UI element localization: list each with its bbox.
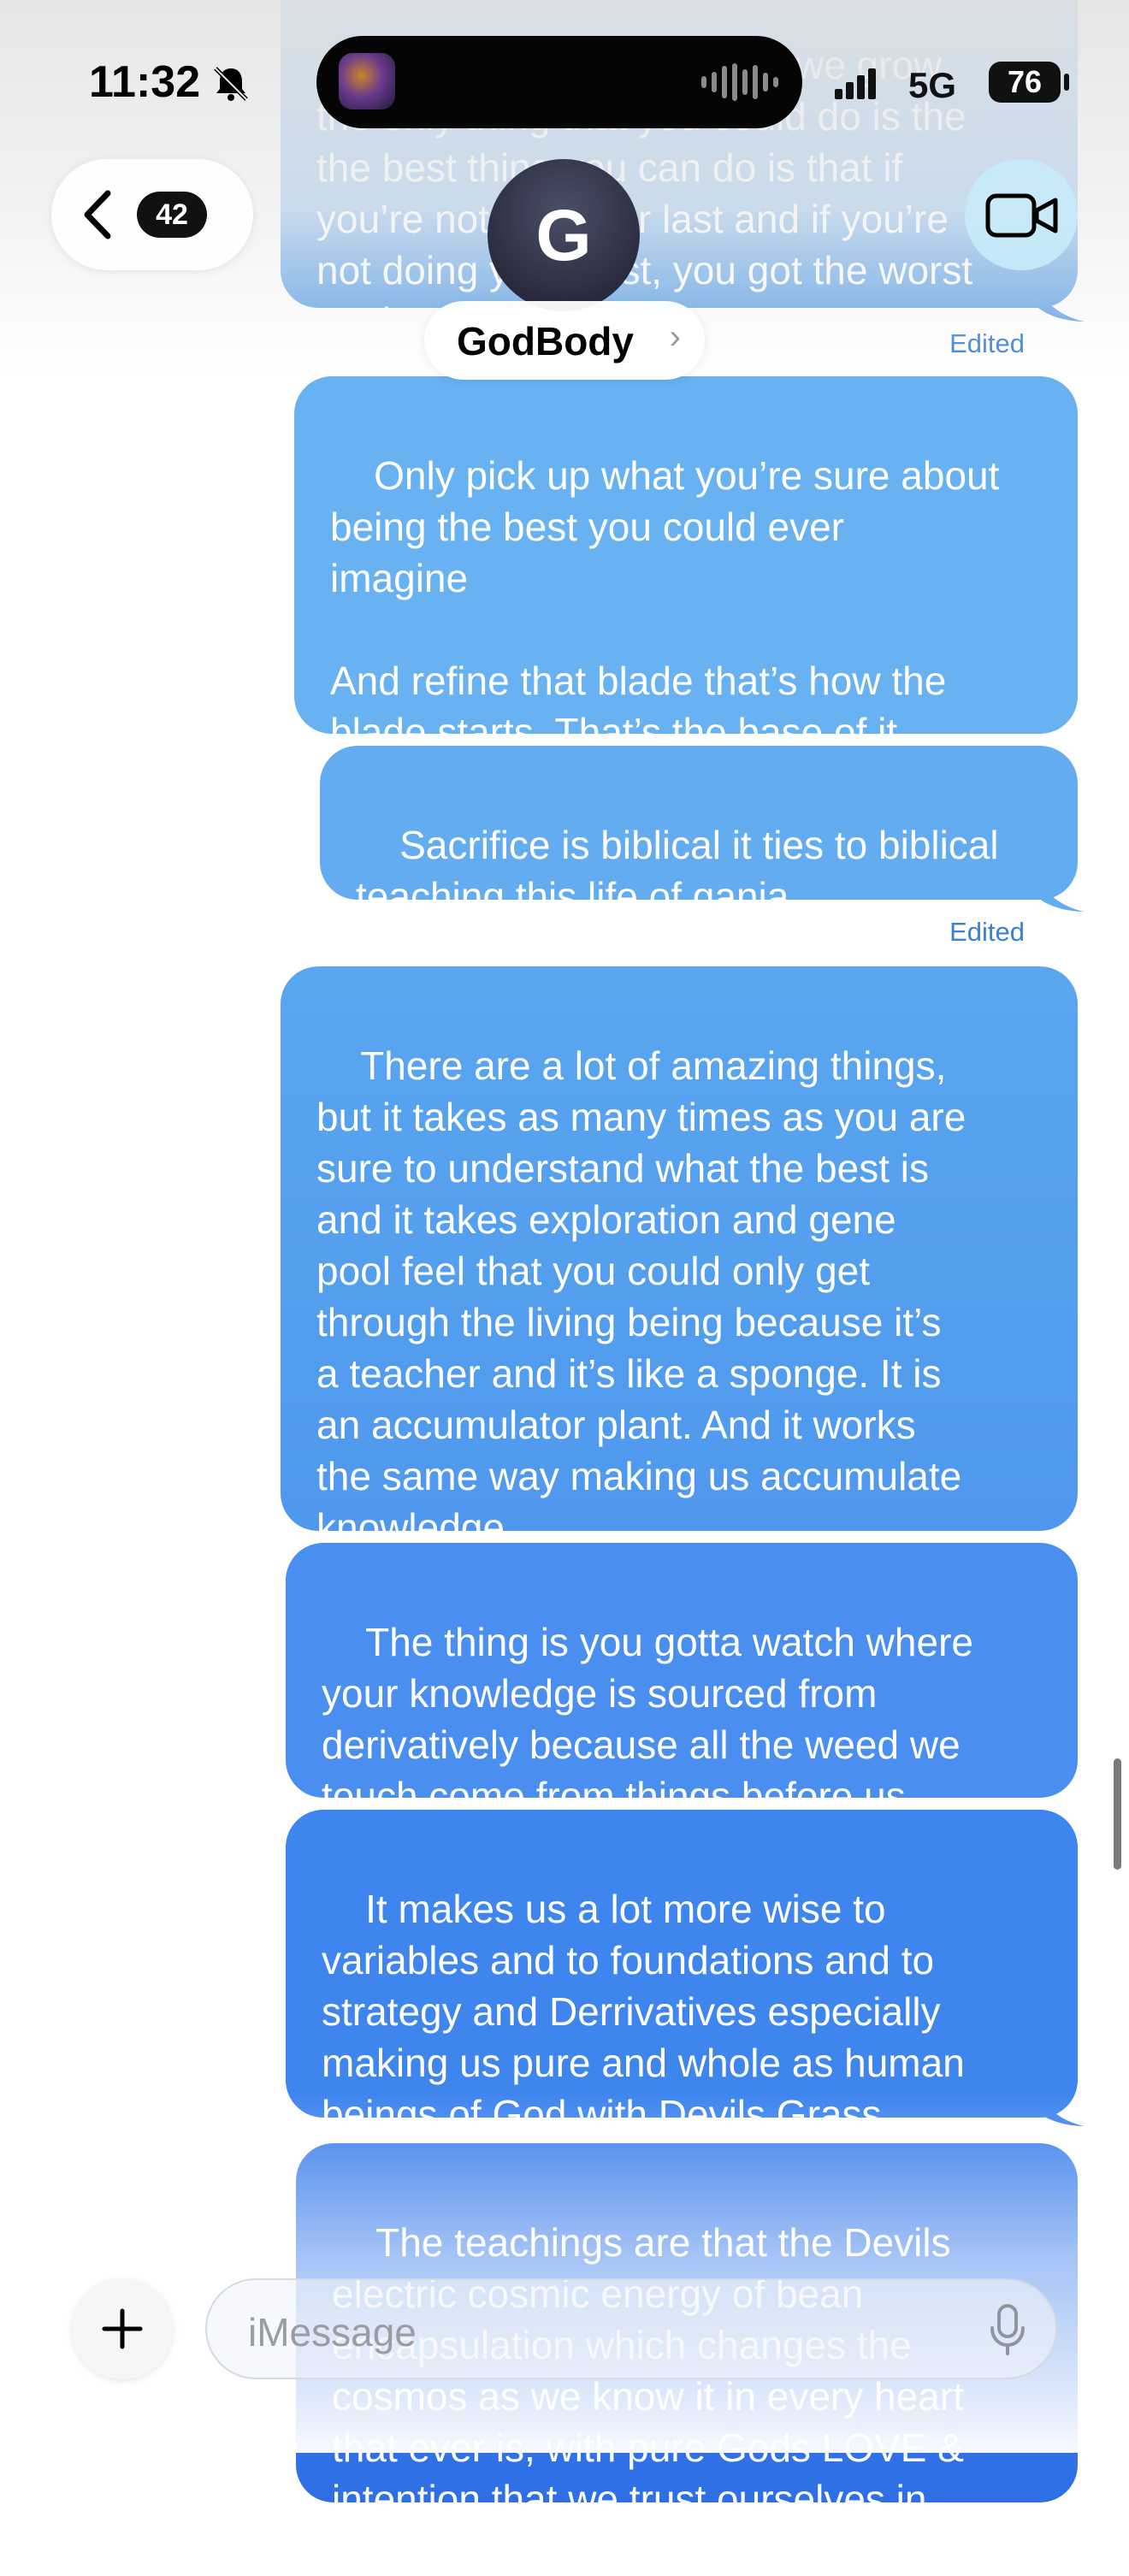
- contact-avatar[interactable]: G: [488, 159, 640, 311]
- chevron-left-icon: [84, 190, 111, 239]
- battery-icon: 76: [989, 62, 1061, 103]
- chevron-right-icon: ›: [669, 318, 681, 356]
- message-bubble-sent[interactable]: The thing is you gotta watch where your …: [286, 1543, 1078, 1818]
- message-input-placeholder: iMessage: [248, 2310, 417, 2354]
- bubble-tail: [1033, 282, 1085, 322]
- edited-label: Edited: [949, 917, 1025, 947]
- message-input[interactable]: iMessage: [205, 2278, 1057, 2379]
- audio-waveform-icon: [701, 63, 778, 101]
- facetime-video-button[interactable]: [965, 159, 1078, 270]
- back-button[interactable]: 42: [51, 159, 253, 270]
- message-text: It makes us a lot more wise to variables…: [322, 1887, 965, 2136]
- edited-label: Edited: [949, 328, 1025, 358]
- plus-icon: [102, 2308, 143, 2349]
- message-text: Sacrifice is biblical it ties to biblica…: [356, 823, 999, 919]
- battery-level: 76: [1007, 64, 1043, 99]
- battery-cap: [1064, 74, 1069, 91]
- network-label: 5G: [908, 65, 957, 105]
- now-playing-artwork: [339, 53, 395, 109]
- scroll-indicator[interactable]: [1114, 1758, 1121, 1870]
- message-bubble-sent[interactable]: Sacrifice is biblical it ties to biblica…: [320, 746, 1078, 919]
- message-bubble-sent[interactable]: Only pick up what you’re sure about bein…: [294, 376, 1078, 754]
- message-bubble-sent[interactable]: There are a lot of amazing things, but i…: [281, 966, 1078, 1550]
- apps-plus-button[interactable]: [72, 2278, 173, 2379]
- message-text: Only pick up what you’re sure about bein…: [330, 453, 1000, 754]
- message-bubble-sent[interactable]: It makes us a lot more wise to variables…: [286, 1810, 1078, 2136]
- bell-slash-icon: [214, 67, 248, 101]
- bubble-tail: [1033, 2087, 1085, 2126]
- contact-name: GodBody: [457, 319, 634, 363]
- message-text: There are a lot of amazing things, but i…: [316, 1043, 966, 1550]
- signal-icon: [835, 68, 876, 99]
- microphone-icon[interactable]: [989, 2304, 1026, 2357]
- bubble-tail: [1033, 872, 1085, 912]
- video-camera-icon: [985, 193, 1058, 238]
- unread-count-badge: 42: [137, 192, 207, 238]
- message-text: The thing is you gotta watch where your …: [322, 1620, 973, 1818]
- dynamic-island[interactable]: [316, 36, 802, 128]
- avatar-initial: G: [535, 195, 592, 275]
- contact-name-button[interactable]: GodBody ›: [424, 301, 705, 380]
- status-time: 11:32: [89, 57, 201, 107]
